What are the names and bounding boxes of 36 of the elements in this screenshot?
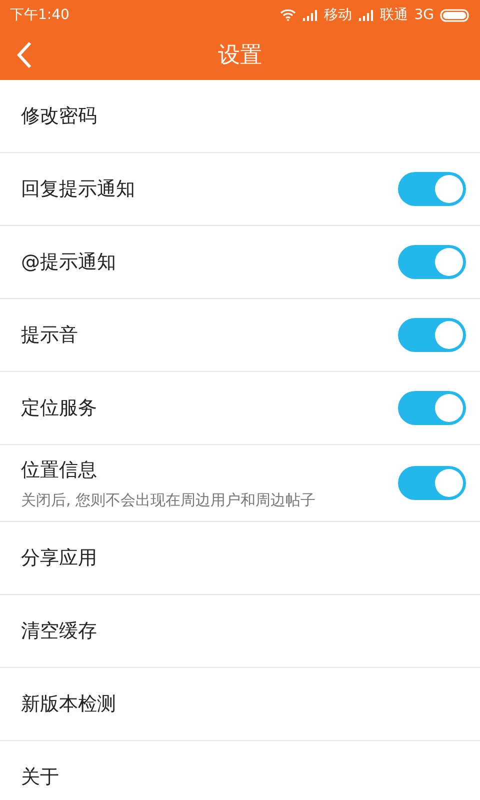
settings-row[interactable]: 分享应用 — [0, 522, 480, 594]
setting-label: 清空缓存 — [21, 619, 98, 644]
back-icon — [16, 41, 32, 69]
toggle-switch[interactable] — [398, 466, 466, 500]
toggle-switch[interactable] — [398, 391, 466, 425]
settings-row[interactable]: 新版本检测 — [0, 668, 480, 740]
signal-icon — [358, 9, 374, 21]
settings-row[interactable]: 位置信息 关闭后, 您则不会出现在周边用户和周边帖子 — [0, 445, 480, 521]
setting-label: @提示通知 — [21, 250, 117, 275]
network-type: 3G — [414, 7, 434, 23]
battery-icon — [440, 8, 470, 22]
settings-row[interactable]: 清空缓存 — [0, 595, 480, 667]
toggle-switch[interactable] — [398, 245, 466, 279]
setting-label: 修改密码 — [21, 104, 98, 129]
settings-row[interactable]: 回复提示通知 — [0, 153, 480, 225]
page-title: 设置 — [218, 42, 262, 70]
setting-label: 新版本检测 — [21, 692, 117, 717]
status-time: 下午1:40 — [10, 6, 70, 24]
setting-label: 回复提示通知 — [21, 177, 136, 202]
settings-row[interactable]: 提示音 — [0, 299, 480, 371]
setting-label: 定位服务 — [21, 396, 98, 421]
toggle-switch[interactable] — [398, 318, 466, 352]
settings-row[interactable]: @提示通知 — [0, 226, 480, 298]
carrier-name: 移动 — [324, 6, 352, 24]
settings-row[interactable]: 定位服务 — [0, 372, 480, 444]
wifi-icon — [280, 9, 296, 21]
settings-row[interactable]: 修改密码 — [0, 80, 480, 152]
setting-label: 提示音 — [21, 323, 79, 348]
setting-label: 分享应用 — [21, 546, 98, 571]
toggle-switch[interactable] — [398, 172, 466, 206]
signal-icon — [302, 9, 318, 21]
settings-row[interactable]: 关于 — [0, 741, 480, 800]
carrier-name: 联通 — [380, 6, 408, 24]
setting-label: 位置信息 — [21, 458, 98, 482]
setting-label: 关于 — [21, 765, 60, 790]
setting-description: 关闭后, 您则不会出现在周边用户和周边帖子 — [21, 490, 317, 510]
